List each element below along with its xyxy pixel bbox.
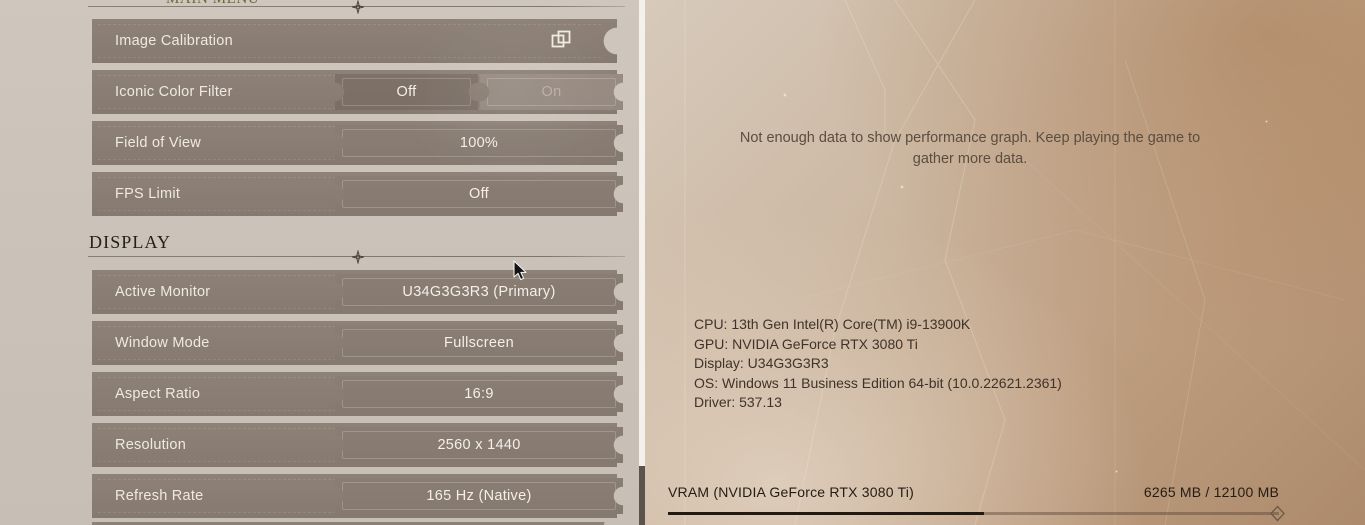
system-info-driver: Driver: 537.13 <box>694 394 782 411</box>
settings-screen: MAIN MENU Image Calibration Iconic Color… <box>0 0 1365 525</box>
setting-value-pill[interactable]: 100% <box>335 125 623 161</box>
setting-label: Image Calibration <box>115 33 233 49</box>
diamond-ornament-icon <box>351 0 365 14</box>
setting-value-pill[interactable]: U34G3G3R3 (Primary) <box>335 274 623 310</box>
setting-value: Fullscreen <box>444 335 514 351</box>
vram-end-marker-icon <box>1269 505 1286 522</box>
setting-row-fps-limit[interactable]: FPS Limit Off <box>92 172 623 216</box>
setting-label: Aspect Ratio <box>115 386 201 402</box>
setting-value-pill[interactable]: 165 Hz (Native) <box>335 478 623 514</box>
setting-row-resolution[interactable]: Resolution 2560 x 1440 <box>92 423 623 467</box>
system-info-cpu: CPU: 13th Gen Intel(R) Core(TM) i9-13900… <box>694 316 971 332</box>
vram-amount: 6265 MB / 12100 MB <box>1143 484 1279 500</box>
setting-label: Resolution <box>115 437 187 453</box>
setting-label: Active Monitor <box>115 284 211 300</box>
no-data-message: Not enough data to show performance grap… <box>739 130 1201 167</box>
divider-display <box>88 250 625 264</box>
setting-label: Refresh Rate <box>115 488 204 504</box>
setting-label: Window Mode <box>115 335 210 351</box>
vram-header: VRAM (NVIDIA GeForce RTX 3080 Ti) 6265 M… <box>668 484 1279 504</box>
divider-top <box>88 0 625 14</box>
setting-row-field-of-view[interactable]: Field of View 100% <box>92 121 623 165</box>
system-info-display: Display: U34G3G3R3 <box>694 355 829 372</box>
toggle-option-off-label: Off <box>396 84 417 100</box>
toggle-option-on[interactable]: On <box>480 74 623 110</box>
background-crease-lines <box>684 0 1365 525</box>
toggle-option-off[interactable]: Off <box>335 74 478 110</box>
setting-value: 16:9 <box>464 386 494 402</box>
toggle-option-on-label: On <box>541 84 562 100</box>
setting-value-pill[interactable]: Off <box>335 176 623 212</box>
setting-value: 165 Hz (Native) <box>426 488 532 504</box>
setting-label: Field of View <box>115 135 201 151</box>
setting-value-pill[interactable]: 2560 x 1440 <box>335 427 623 463</box>
external-window-icon[interactable] <box>551 30 573 52</box>
setting-row-aspect-ratio[interactable]: Aspect Ratio 16:9 <box>92 372 623 416</box>
vram-track <box>668 505 1285 522</box>
setting-value: U34G3G3R3 (Primary) <box>402 284 556 300</box>
vram-label: VRAM (NVIDIA GeForce RTX 3080 Ti) <box>668 484 914 500</box>
setting-value: 2560 x 1440 <box>437 437 521 453</box>
setting-value: 100% <box>459 135 499 151</box>
vram-meter: VRAM (NVIDIA GeForce RTX 3080 Ti) 6265 M… <box>668 484 1285 522</box>
vram-fill <box>668 512 985 515</box>
setting-label: FPS Limit <box>115 186 181 202</box>
settings-left-panel: MAIN MENU Image Calibration Iconic Color… <box>0 0 639 525</box>
background-specks <box>645 0 1365 525</box>
system-info-block: CPU: 13th Gen Intel(R) Core(TM) i9-13900… <box>694 315 1062 413</box>
system-info-gpu: GPU: NVIDIA GeForce RTX 3080 Ti <box>694 335 918 352</box>
setting-row-window-mode[interactable]: Window Mode Fullscreen <box>92 321 623 365</box>
setting-value-pill[interactable]: 16:9 <box>335 376 623 412</box>
system-info-os: OS: Windows 11 Business Edition 64-bit (… <box>694 374 1062 391</box>
diamond-ornament-icon <box>351 250 365 264</box>
performance-info-panel: Not enough data to show performance grap… <box>645 0 1365 525</box>
setting-value: Off <box>469 186 489 202</box>
setting-row-refresh-rate[interactable]: Refresh Rate 165 Hz (Native) <box>92 474 623 518</box>
setting-row-active-monitor[interactable]: Active Monitor U34G3G3R3 (Primary) <box>92 270 623 314</box>
setting-row-image-calibration[interactable]: Image Calibration <box>92 19 617 63</box>
setting-label: Iconic Color Filter <box>115 84 233 100</box>
setting-value-pill[interactable]: Fullscreen <box>335 325 623 361</box>
setting-row-iconic-color-filter[interactable]: Iconic Color Filter Off On <box>92 70 623 114</box>
